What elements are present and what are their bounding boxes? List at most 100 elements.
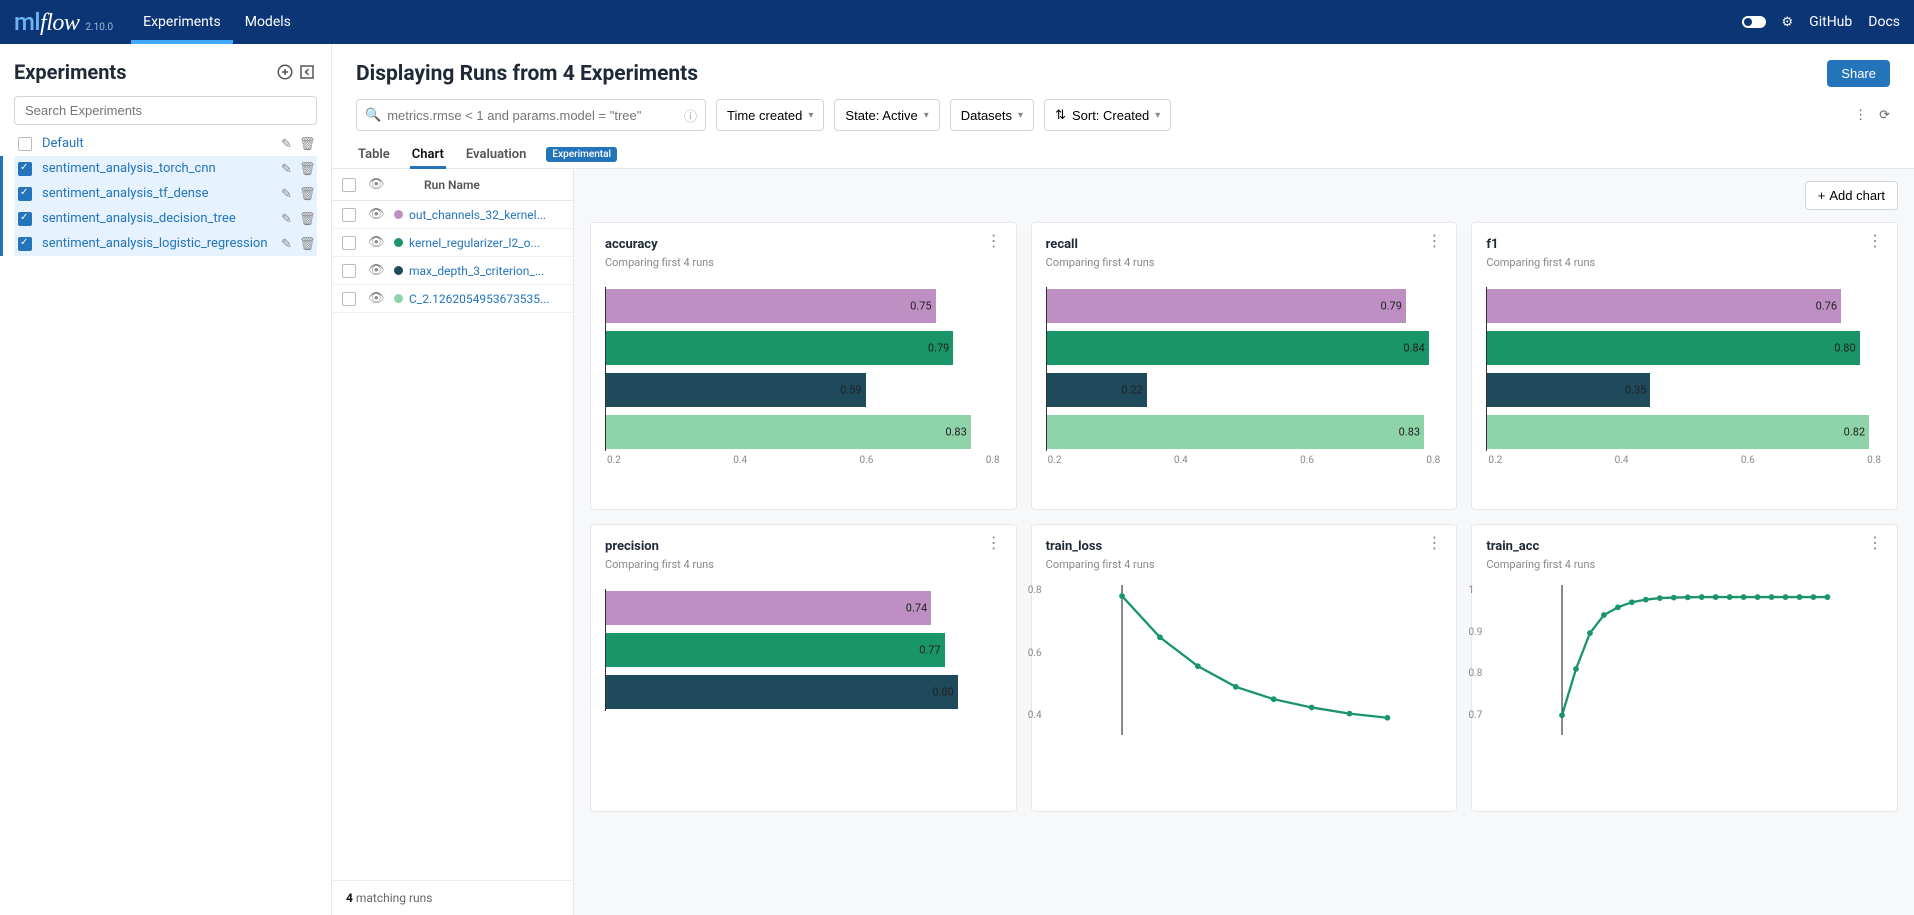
chart-subtitle: Comparing first 4 runs	[1046, 256, 1155, 269]
run-checkbox[interactable]	[342, 208, 356, 222]
experiment-checkbox[interactable]	[18, 162, 32, 176]
nav-models[interactable]: Models	[233, 0, 303, 44]
run-name-link[interactable]: out_channels_32_kernel...	[409, 208, 546, 222]
experiment-name[interactable]: sentiment_analysis_tf_dense	[42, 186, 271, 201]
chart-menu-icon[interactable]: ⋮	[986, 539, 1002, 547]
experiment-checkbox[interactable]	[18, 212, 32, 226]
edit-icon[interactable]: ✎	[281, 187, 295, 201]
chart-menu-icon[interactable]: ⋮	[1426, 539, 1442, 547]
experiment-item[interactable]: sentiment_analysis_logistic_regression ✎…	[14, 231, 317, 256]
delete-icon[interactable]: 🗑	[299, 212, 313, 226]
edit-icon[interactable]: ✎	[281, 162, 295, 176]
visibility-icon[interactable]: 👁	[368, 207, 382, 222]
chart-menu-icon[interactable]: ⋮	[1867, 539, 1883, 547]
search-runs-bar[interactable]: 🔍 ⓘ	[356, 99, 706, 131]
search-runs-input[interactable]	[387, 108, 678, 123]
version-label: 2.10.0	[85, 22, 113, 33]
visibility-icon[interactable]: 👁	[368, 263, 382, 278]
sort-control[interactable]: ⇅Sort: Created▾	[1044, 99, 1171, 131]
run-name-link[interactable]: C_2.1262054953673535...	[409, 292, 550, 306]
chart-bar: 0.22	[1047, 373, 1147, 407]
github-link[interactable]: GitHub	[1809, 14, 1852, 30]
experiment-name[interactable]: sentiment_analysis_logistic_regression	[42, 236, 271, 251]
chart-bar: 0.79	[606, 331, 953, 365]
time-filter[interactable]: Time created▾	[716, 99, 824, 131]
axis-tick: 0.2	[1048, 455, 1062, 466]
chart-menu-icon[interactable]: ⋮	[1426, 237, 1442, 245]
axis-tick: 0.6	[1028, 648, 1042, 659]
delete-icon[interactable]: 🗑	[299, 187, 313, 201]
axis-tick: 0.8	[1468, 668, 1482, 679]
experiment-checkbox[interactable]	[18, 237, 32, 251]
axis-tick: 0.4	[1615, 455, 1629, 466]
edit-icon[interactable]: ✎	[281, 137, 295, 151]
sort-icon: ⇅	[1055, 107, 1066, 123]
chart-card-train-acc: train_acc Comparing first 4 runs ⋮ 10.90…	[1471, 524, 1898, 812]
collapse-sidebar-icon[interactable]	[297, 62, 317, 82]
experiment-name[interactable]: Default	[42, 136, 271, 151]
chart-bar: 0.35	[1487, 373, 1650, 407]
visibility-header-icon: 👁	[368, 177, 382, 192]
run-name-link[interactable]: max_depth_3_criterion_...	[409, 264, 544, 278]
share-button[interactable]: Share	[1827, 60, 1890, 87]
more-icon[interactable]: ⋮	[1854, 108, 1867, 123]
tab-chart[interactable]: Chart	[410, 141, 446, 168]
docs-link[interactable]: Docs	[1868, 14, 1900, 30]
delete-icon[interactable]: 🗑	[299, 237, 313, 251]
axis-tick: 0.8	[1028, 585, 1042, 596]
chart-card-recall: recall Comparing first 4 runs ⋮ 0.790.84…	[1031, 222, 1458, 510]
run-checkbox[interactable]	[342, 264, 356, 278]
experiment-item[interactable]: Default ✎ 🗑	[14, 131, 317, 156]
state-filter[interactable]: State: Active▾	[834, 99, 939, 131]
chart-title: train_loss	[1046, 539, 1155, 554]
experiment-item[interactable]: sentiment_analysis_torch_cnn ✎ 🗑	[14, 156, 317, 181]
delete-icon[interactable]: 🗑	[299, 162, 313, 176]
chart-card-accuracy: accuracy Comparing first 4 runs ⋮ 0.750.…	[590, 222, 1017, 510]
axis-tick: 0.8	[986, 455, 1000, 466]
settings-icon[interactable]: ⚙	[1782, 15, 1794, 30]
axis-tick: 0.6	[1300, 455, 1314, 466]
axis-tick: 0.9	[1468, 627, 1482, 638]
experiment-name[interactable]: sentiment_analysis_decision_tree	[42, 211, 271, 226]
axis-tick: 0.7	[1468, 710, 1482, 721]
edit-icon[interactable]: ✎	[281, 237, 295, 251]
experiment-name[interactable]: sentiment_analysis_torch_cnn	[42, 161, 271, 176]
run-name-link[interactable]: kernel_regularizer_l2_o...	[409, 236, 540, 250]
chart-title: recall	[1046, 237, 1155, 252]
theme-toggle[interactable]	[1742, 16, 1766, 28]
delete-icon[interactable]: 🗑	[299, 137, 313, 151]
plus-icon: +	[1818, 188, 1826, 203]
chevron-down-icon: ▾	[1018, 110, 1023, 121]
run-checkbox[interactable]	[342, 292, 356, 306]
logo[interactable]: mlflow 2.10.0	[14, 8, 113, 37]
chart-bar: 0.77	[606, 633, 945, 667]
chart-title: train_acc	[1486, 539, 1595, 554]
search-experiments-input[interactable]	[14, 96, 317, 125]
run-checkbox[interactable]	[342, 236, 356, 250]
experiment-checkbox[interactable]	[18, 187, 32, 201]
tab-table[interactable]: Table	[356, 141, 392, 168]
tab-evaluation[interactable]: Evaluation	[464, 141, 529, 168]
chart-card-f1: f1 Comparing first 4 runs ⋮ 0.760.800.35…	[1471, 222, 1898, 510]
chart-subtitle: Comparing first 4 runs	[1486, 558, 1595, 571]
add-experiment-icon[interactable]	[275, 62, 295, 82]
edit-icon[interactable]: ✎	[281, 212, 295, 226]
page-title: Displaying Runs from 4 Experiments	[356, 62, 698, 86]
datasets-filter[interactable]: Datasets▾	[950, 99, 1034, 131]
info-icon[interactable]: ⓘ	[684, 106, 697, 125]
visibility-icon[interactable]: 👁	[368, 291, 382, 306]
chart-bar: 0.76	[1487, 289, 1841, 323]
experiment-item[interactable]: sentiment_analysis_tf_dense ✎ 🗑	[14, 181, 317, 206]
experiment-checkbox[interactable]	[18, 137, 32, 151]
refresh-icon[interactable]: ⟳	[1879, 108, 1890, 123]
run-name-header: Run Name	[424, 178, 480, 192]
experiment-item[interactable]: sentiment_analysis_decision_tree ✎ 🗑	[14, 206, 317, 231]
nav-experiments[interactable]: Experiments	[131, 0, 233, 44]
chart-subtitle: Comparing first 4 runs	[1486, 256, 1595, 269]
visibility-icon[interactable]: 👁	[368, 235, 382, 250]
chart-menu-icon[interactable]: ⋮	[986, 237, 1002, 245]
select-all-checkbox[interactable]	[342, 178, 356, 192]
chart-menu-icon[interactable]: ⋮	[1867, 237, 1883, 245]
runs-column: 👁 Run Name 👁 out_channels_32_kernel... 👁…	[332, 169, 574, 915]
add-chart-button[interactable]: +Add chart	[1805, 181, 1898, 210]
